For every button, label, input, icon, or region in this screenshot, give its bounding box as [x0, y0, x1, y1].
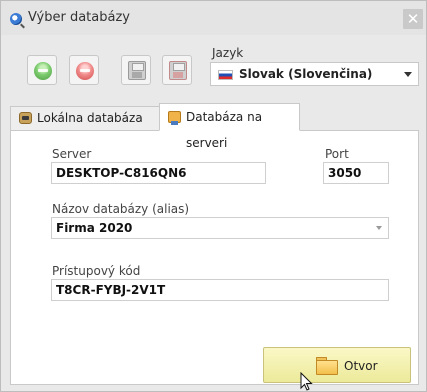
remove-red-icon [76, 62, 94, 80]
server-input[interactable]: DESKTOP-C816QN6 [51, 162, 266, 184]
port-input[interactable]: 3050 [323, 162, 389, 184]
add-database-button[interactable] [27, 55, 57, 85]
close-button[interactable]: ✕ [403, 9, 423, 29]
language-label: Jazyk [212, 46, 244, 60]
save-database-as-button[interactable] [162, 55, 192, 85]
chevron-down-icon [376, 226, 382, 230]
server-database-icon [168, 111, 181, 125]
database-selection-window: Výber databázy ✕ Jazyk Slovak (Slovenčin… [0, 0, 427, 392]
search-database-icon [10, 13, 22, 25]
database-name-label: Názov databázy (alias) [52, 202, 190, 216]
database-name-combo[interactable]: Firma 2020 [51, 217, 389, 239]
tab-local-database-label: Lokálna databáza [37, 111, 143, 125]
slovak-flag-icon [218, 70, 233, 80]
save-disk-red-icon [169, 61, 187, 80]
access-code-input[interactable]: T8CR-FYBJ-2V1T [51, 279, 389, 301]
language-selected-value: Slovak (Slovenčina) [239, 67, 373, 81]
language-select[interactable]: Slovak (Slovenčina) [210, 62, 419, 86]
window-title: Výber databázy [28, 10, 130, 25]
save-database-button[interactable] [121, 55, 151, 85]
database-name-value: Firma 2020 [56, 221, 133, 235]
tab-server-database[interactable]: Databáza na serveri [159, 103, 300, 150]
folder-icon [316, 357, 338, 375]
chevron-down-icon [404, 72, 412, 77]
access-code-label: Prístupový kód [52, 264, 141, 278]
mouse-cursor-icon [300, 372, 313, 391]
add-green-icon [34, 62, 52, 80]
remove-database-button[interactable] [69, 55, 99, 85]
open-button[interactable]: Otvor [263, 347, 411, 383]
tab-local-database[interactable]: Lokálna databáza [10, 106, 160, 130]
title-bar: Výber databázy ✕ [1, 1, 426, 35]
open-button-label: Otvor [344, 359, 378, 373]
server-label: Server [52, 147, 92, 161]
local-database-icon [19, 112, 32, 124]
save-disk-icon [128, 61, 146, 80]
port-label: Port [325, 147, 349, 161]
